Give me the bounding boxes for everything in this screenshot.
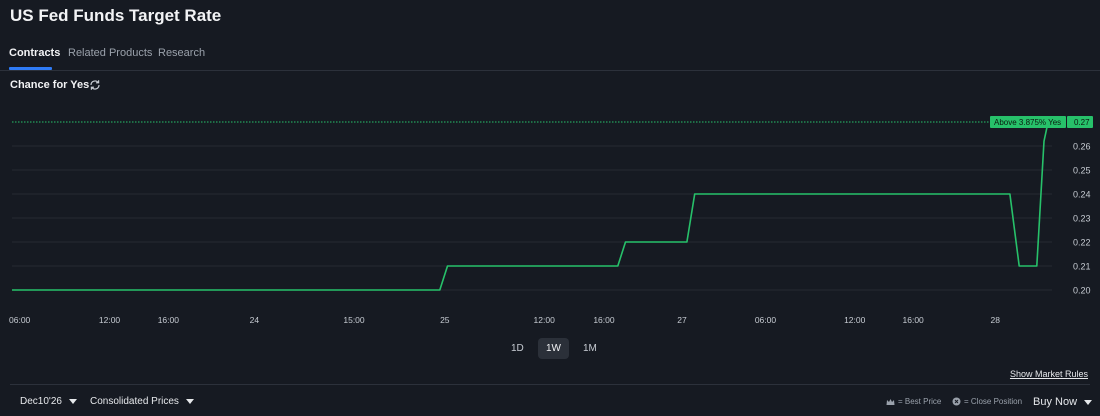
range-1d-button[interactable]: 1D	[503, 338, 532, 359]
chart-grid	[12, 145, 1052, 291]
price-source-label: Consolidated Prices	[90, 396, 179, 407]
range-1w-button[interactable]: 1W	[538, 338, 569, 359]
reference-value-label: 0.27	[1074, 118, 1090, 127]
contract-select-label: Dec10'26	[20, 396, 62, 407]
price-chart: Above 3.875% Yes 0.27 0.200.210.220.230.2…	[9, 116, 1093, 325]
y-tick-label: 0.26	[1073, 142, 1091, 152]
chart-series	[12, 121, 1049, 291]
reference-label: Above 3.875% Yes	[994, 118, 1061, 127]
best-price-legend: = Best Price	[886, 397, 941, 406]
x-tick-label: 15:00	[343, 315, 365, 325]
contract-select[interactable]: Dec10'26	[20, 396, 77, 407]
tab-related-products[interactable]: Related Products	[68, 47, 152, 59]
x-tick-label: 16:00	[903, 315, 925, 325]
chevron-down-icon	[185, 399, 194, 404]
y-tick-label: 0.21	[1073, 262, 1091, 272]
y-tick-label: 0.22	[1073, 238, 1091, 248]
footer-divider	[10, 384, 1090, 385]
chart-x-axis: 06:00 12:00 16:00 24 15:00 25 12:00 16:00 27 06:0…	[9, 315, 1000, 325]
tab-bar: Contracts Related Products Research	[0, 0, 1100, 71]
close-position-legend: = Close Position	[952, 397, 1022, 406]
x-tick-label: 12:00	[534, 315, 556, 325]
buy-now-label: Buy Now	[1033, 396, 1078, 408]
x-tick-label: 28	[991, 315, 1001, 325]
best-price-legend-label: = Best Price	[898, 397, 942, 406]
section-title: Chance for Yes	[10, 79, 90, 91]
y-tick-label: 0.20	[1073, 286, 1091, 296]
series-line	[12, 121, 1049, 291]
x-tick-label: 25	[440, 315, 450, 325]
show-market-rules-link[interactable]: Show Market Rules	[1010, 369, 1088, 379]
y-tick-label: 0.23	[1073, 214, 1091, 224]
chart-reference: Above 3.875% Yes 0.27	[12, 116, 1093, 128]
x-tick-label: 27	[677, 315, 687, 325]
range-1m-button[interactable]: 1M	[575, 338, 605, 359]
x-tick-label: 12:00	[844, 315, 866, 325]
refresh-icon[interactable]	[89, 79, 101, 91]
x-tick-label: 12:00	[99, 315, 121, 325]
y-tick-label: 0.24	[1073, 190, 1091, 200]
tab-contracts[interactable]: Contracts	[9, 47, 60, 59]
chevron-down-icon	[68, 399, 77, 404]
chart-y-axis: 0.20 0.21 0.22 0.23 0.24 0.25 0.26	[1073, 142, 1091, 296]
tab-active-underline	[9, 67, 52, 70]
x-tick-label: 06:00	[9, 315, 31, 325]
chevron-down-icon	[1084, 399, 1093, 405]
close-position-legend-label: = Close Position	[964, 397, 1023, 406]
buy-now-select[interactable]: Buy Now	[1033, 396, 1093, 408]
x-tick-label: 16:00	[593, 315, 615, 325]
x-tick-label: 16:00	[158, 315, 180, 325]
close-circle-icon	[952, 397, 961, 406]
crown-icon	[886, 398, 895, 405]
tab-research[interactable]: Research	[158, 47, 205, 59]
x-tick-label: 06:00	[755, 315, 777, 325]
y-tick-label: 0.25	[1073, 166, 1091, 176]
price-source-select[interactable]: Consolidated Prices	[90, 396, 194, 407]
x-tick-label: 24	[250, 315, 260, 325]
